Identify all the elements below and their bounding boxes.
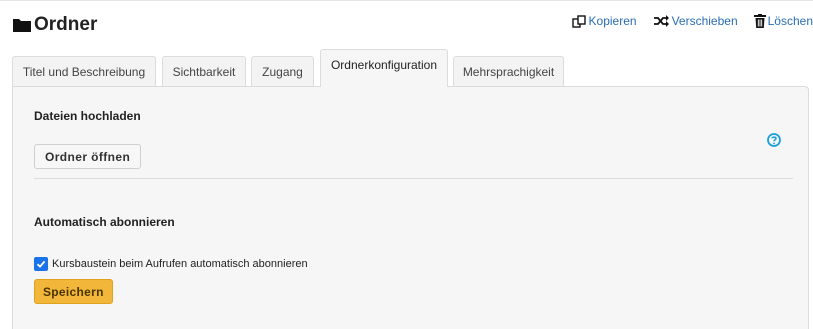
tab-title-description[interactable]: Titel und Beschreibung	[12, 56, 156, 86]
subscribe-section-title: Automatisch abonnieren	[34, 215, 175, 229]
checkmark-icon	[36, 260, 46, 268]
auto-subscribe-checkbox[interactable]	[34, 257, 48, 271]
tab-visibility[interactable]: Sichtbarkeit	[162, 56, 246, 86]
move-button[interactable]: Verschieben	[653, 14, 738, 28]
tab-access[interactable]: Zugang	[251, 56, 314, 86]
help-icon[interactable]	[767, 133, 781, 147]
copy-icon	[571, 14, 586, 28]
tab-folder-config[interactable]: Ordnerkonfiguration	[320, 49, 448, 87]
page-header: Ordner Kopieren Verschieben Löschen	[12, 13, 813, 39]
delete-label: Löschen	[767, 14, 813, 28]
section-divider	[34, 178, 793, 179]
copy-button[interactable]: Kopieren	[571, 14, 637, 28]
delete-button[interactable]: Löschen	[753, 14, 813, 28]
open-folder-button[interactable]: Ordner öffnen	[34, 144, 142, 169]
trash-icon	[753, 14, 766, 28]
title-group: Ordner	[12, 13, 97, 37]
page-title: Ordner	[34, 14, 98, 35]
top-border	[0, 0, 813, 1]
upload-section-title: Dateien hochladen	[34, 109, 141, 123]
toolbar-actions: Kopieren Verschieben Löschen	[556, 14, 813, 28]
folder-icon	[12, 16, 34, 34]
move-label: Verschieben	[671, 14, 738, 28]
auto-subscribe-label: Kursbaustein beim Aufrufen automatisch a…	[52, 258, 308, 270]
auto-subscribe-row: Kursbaustein beim Aufrufen automatisch a…	[34, 257, 308, 271]
folder-config-panel: Dateien hochladen Ordner öffnen Automati…	[12, 86, 809, 329]
shuffle-icon	[653, 15, 669, 27]
copy-label: Kopieren	[588, 14, 637, 28]
save-button[interactable]: Speichern	[34, 279, 113, 304]
tab-multilingual[interactable]: Mehrsprachigkeit	[453, 56, 564, 86]
